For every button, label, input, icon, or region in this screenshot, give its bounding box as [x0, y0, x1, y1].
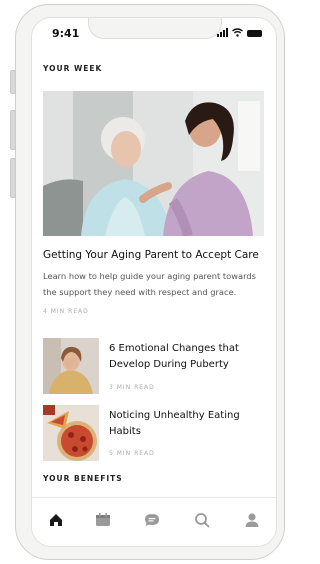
status-time: 9:41	[52, 27, 80, 40]
battery-icon	[247, 30, 262, 37]
phone-notch	[88, 18, 222, 39]
calendar-icon	[96, 513, 110, 526]
status-icons	[217, 28, 262, 37]
tab-calendar[interactable]	[93, 510, 113, 530]
search-icon	[195, 513, 210, 528]
article-thumbnail[interactable]	[43, 405, 99, 461]
article-title[interactable]: Noticing Unhealthy Eating Habits	[109, 408, 259, 440]
article-thumbnail[interactable]	[43, 338, 99, 394]
home-icon	[50, 514, 62, 526]
phone-side-button	[10, 70, 16, 94]
tab-home[interactable]	[46, 510, 66, 530]
signal-icon	[217, 28, 228, 37]
your-benefits-heading: YOUR BENEFITS	[43, 474, 123, 483]
tab-search[interactable]	[192, 510, 212, 530]
profile-icon	[245, 513, 259, 527]
wifi-icon	[232, 28, 243, 37]
tab-bar	[32, 497, 276, 546]
app-screen: 9:41 YOUR WEEK Getting Your Aging Parent…	[31, 17, 277, 547]
featured-article-read-time: 4 MIN READ	[43, 308, 89, 315]
featured-article-description: Learn how to help guide your aging paren…	[43, 271, 256, 297]
tab-chat[interactable]	[142, 510, 162, 530]
phone-volume-up-button	[10, 110, 16, 150]
phone-volume-down-button	[10, 158, 16, 198]
article-read-time: 3 MIN READ	[109, 384, 155, 391]
chat-icon	[145, 514, 159, 526]
article-title[interactable]: 6 Emotional Changes that Develop During …	[109, 341, 259, 373]
featured-article-title[interactable]: Getting Your Aging Parent to Accept Care	[43, 249, 259, 261]
featured-article-image[interactable]	[43, 91, 264, 236]
your-week-heading: YOUR WEEK	[43, 64, 103, 73]
article-read-time: 5 MIN READ	[109, 450, 155, 457]
tab-profile[interactable]	[242, 510, 262, 530]
